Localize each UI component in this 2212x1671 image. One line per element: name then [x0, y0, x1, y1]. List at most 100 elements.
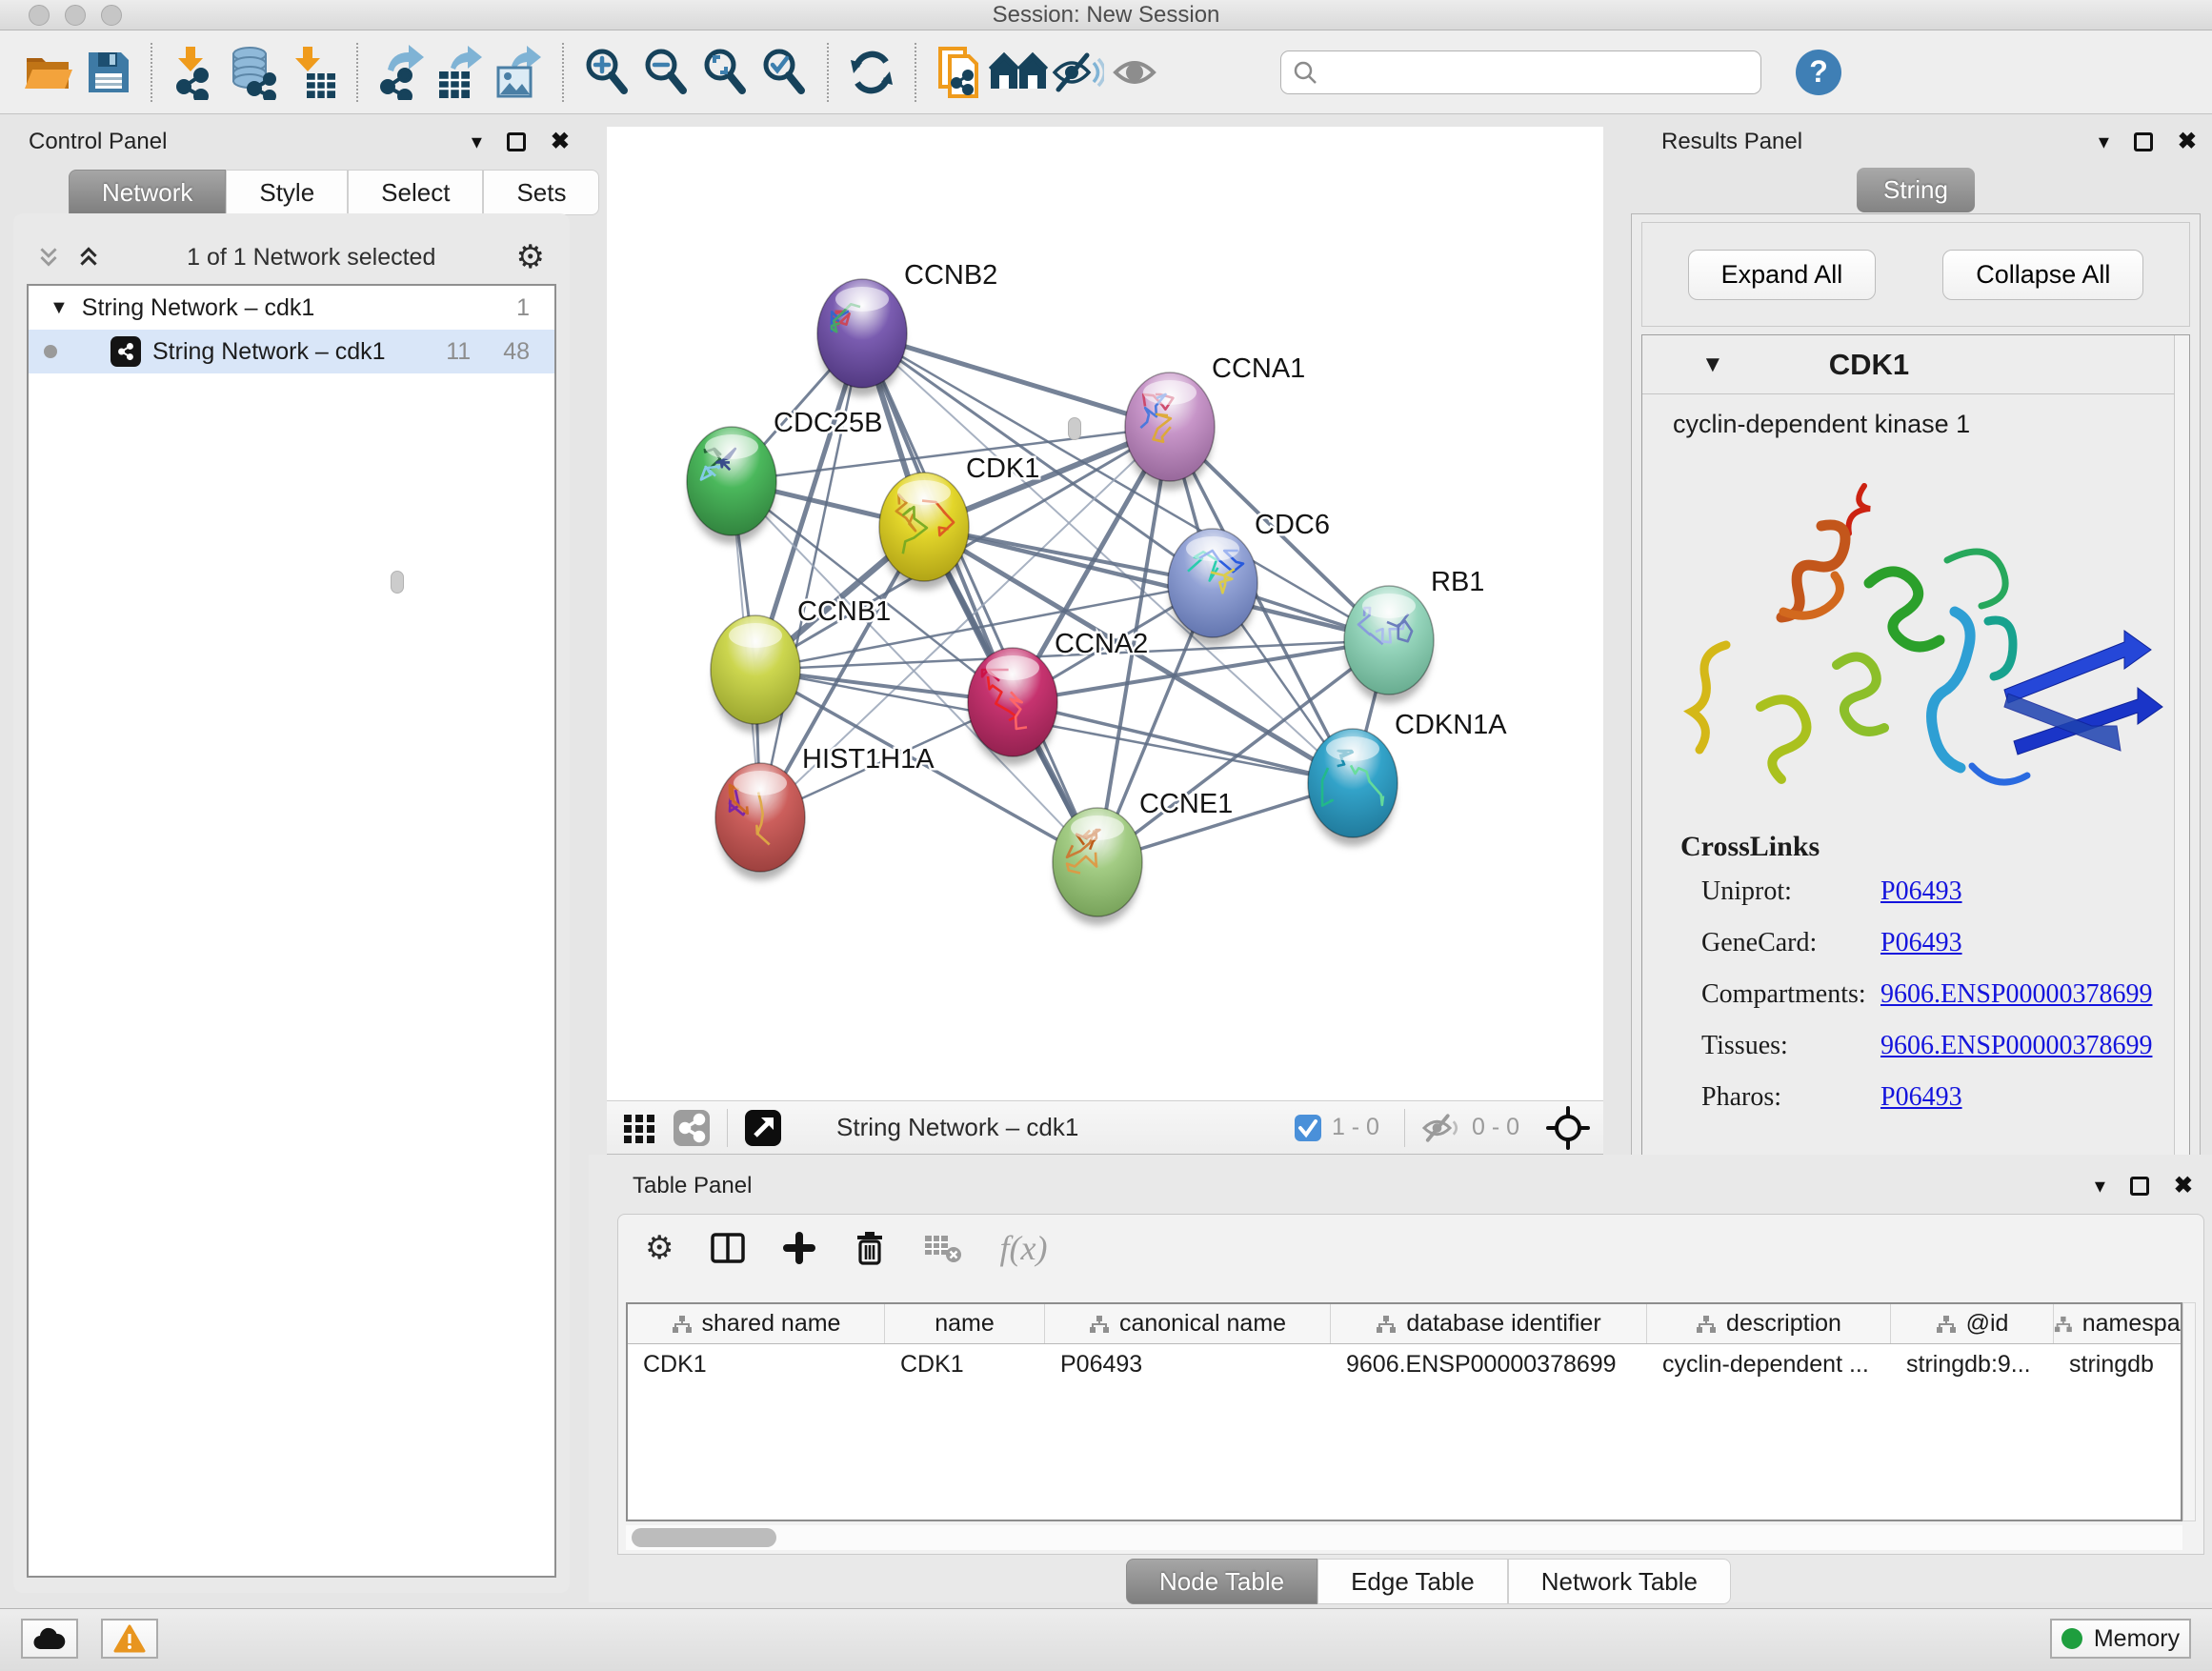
close-panel-icon[interactable]: ✖	[2174, 1172, 2193, 1199]
detach-view-icon[interactable]	[743, 1108, 783, 1148]
search-box[interactable]	[1280, 50, 1761, 94]
tab-node-table[interactable]: Node Table	[1126, 1559, 1317, 1604]
zoom-selected-button[interactable]	[754, 43, 814, 102]
crosslink-row: Pharos: P06493	[1680, 1082, 2152, 1113]
network-node-RB1[interactable]: RB1	[1344, 567, 1484, 703]
network-collection-row[interactable]: ▼ String Network – cdk1 1	[29, 286, 554, 330]
zoom-fit-button[interactable]	[695, 43, 754, 102]
delete-table-icon[interactable]	[923, 1232, 963, 1264]
crosslink-compartments[interactable]: 9606.ENSP00000378699	[1880, 979, 2152, 1010]
hidden-counts: 0 - 0	[1472, 1114, 1519, 1141]
zoom-in-button[interactable]	[577, 43, 636, 102]
first-neighbors-button[interactable]	[989, 43, 1048, 102]
zoom-out-button[interactable]	[636, 43, 695, 102]
crosslink-genecard[interactable]: P06493	[1880, 928, 1962, 958]
network-edge-CCNB2-CCNE1[interactable]	[862, 333, 1097, 862]
tab-sets[interactable]: Sets	[483, 170, 599, 215]
warnings-button[interactable]	[101, 1619, 158, 1659]
collapse-all-button[interactable]: Collapse All	[1942, 250, 2143, 300]
network-options-gear-icon[interactable]: ⚙	[516, 241, 545, 273]
gene-section-header[interactable]: ▼ CDK1	[1642, 335, 2189, 394]
column-header-database-identifier[interactable]: database identifier	[1331, 1304, 1647, 1343]
tab-edge-table[interactable]: Edge Table	[1317, 1559, 1508, 1604]
expand-all-icon[interactable]	[76, 245, 101, 270]
network-share-view-icon[interactable]	[672, 1108, 712, 1148]
float-panel-icon[interactable]	[507, 132, 526, 151]
expand-all-button[interactable]: Expand All	[1688, 250, 1877, 300]
function-builder-button[interactable]: f(x)	[999, 1228, 1047, 1268]
network-node-HIST1H1A[interactable]: HIST1H1A	[715, 744, 935, 880]
network-node-CDKN1A[interactable]: CDKN1A	[1308, 710, 1507, 846]
import-table-from-file-button[interactable]	[284, 43, 343, 102]
tab-style[interactable]: Style	[226, 170, 348, 215]
add-column-icon[interactable]	[782, 1231, 816, 1265]
delete-column-trash-icon[interactable]	[853, 1230, 887, 1266]
refresh-view-button[interactable]	[842, 43, 901, 102]
crosslink-uniprot[interactable]: P06493	[1880, 876, 1962, 907]
tab-string[interactable]: String	[1857, 168, 1975, 212]
close-panel-icon[interactable]: ✖	[551, 128, 570, 155]
help-button[interactable]: ?	[1796, 50, 1841, 95]
splitter-knob[interactable]	[391, 571, 404, 594]
export-table-button[interactable]	[431, 43, 490, 102]
table-horizontal-scrollbar[interactable]	[626, 1525, 2182, 1550]
tab-network[interactable]: Network	[69, 170, 226, 215]
open-session-button[interactable]	[19, 43, 78, 102]
memory-button[interactable]: Memory	[2050, 1619, 2191, 1659]
float-panel-icon[interactable]	[2130, 1177, 2149, 1196]
collection-expander-icon[interactable]: ▼	[50, 297, 69, 319]
node-label-HIST1H1A: HIST1H1A	[802, 744, 935, 775]
close-panel-icon[interactable]: ✖	[2178, 128, 2197, 155]
search-input[interactable]	[1317, 59, 1737, 86]
tab-select[interactable]: Select	[348, 170, 483, 215]
table-options-gear-icon[interactable]: ⚙	[645, 1232, 674, 1264]
show-all-button[interactable]	[1107, 43, 1166, 102]
collapse-all-icon[interactable]	[36, 245, 61, 270]
network-node-CDC6[interactable]: CDC6	[1168, 510, 1330, 646]
section-expander-icon[interactable]: ▼	[1701, 352, 1724, 378]
table-panel-title: Table Panel	[633, 1173, 752, 1199]
network-node-CCNA2[interactable]: CCNA2	[968, 629, 1148, 765]
results-scrollbar[interactable]	[2174, 335, 2189, 1246]
column-header--id[interactable]: @id	[1891, 1304, 2054, 1343]
import-network-from-database-button[interactable]	[225, 43, 284, 102]
hidden-eye-slash-icon[interactable]	[1420, 1111, 1462, 1145]
table-row[interactable]: CDK1CDK1P064939606.ENSP00000378699cyclin…	[628, 1344, 2181, 1384]
show-columns-icon[interactable]	[710, 1231, 746, 1265]
network-node-CCNE1[interactable]: CCNE1	[1053, 789, 1233, 925]
maximize-window-icon[interactable]	[101, 5, 122, 26]
import-network-from-file-button[interactable]	[166, 43, 225, 102]
network-edge-CCNA2-CDKN1A[interactable]	[1013, 702, 1353, 783]
panel-menu-icon[interactable]: ▾	[472, 130, 482, 154]
scrollbar-thumb[interactable]	[632, 1528, 776, 1547]
table-cell: 9606.ENSP00000378699	[1331, 1344, 1647, 1384]
column-header-namespace[interactable]: namespace	[2054, 1304, 2182, 1343]
column-header-shared-name[interactable]: shared name	[628, 1304, 885, 1343]
network-canvas[interactable]: CCNB2CCNA1CDC25BCDK1CDC6RB1CCNB1CCNA2CDK…	[607, 127, 1603, 1100]
export-image-button[interactable]	[490, 43, 549, 102]
clone-network-button[interactable]	[930, 43, 989, 102]
tab-network-table[interactable]: Network Table	[1508, 1559, 1731, 1604]
column-header-canonical-name[interactable]: canonical name	[1045, 1304, 1331, 1343]
selected-checkbox-icon[interactable]	[1294, 1114, 1322, 1142]
birdseye-crosshair-icon[interactable]	[1546, 1106, 1590, 1150]
column-header-description[interactable]: description	[1647, 1304, 1891, 1343]
cloud-status-button[interactable]	[21, 1619, 78, 1659]
network-row[interactable]: String Network – cdk1 11 48	[29, 330, 554, 373]
panel-menu-icon[interactable]: ▾	[2095, 1174, 2105, 1198]
minimize-window-icon[interactable]	[65, 5, 86, 26]
export-network-button[interactable]	[372, 43, 431, 102]
crosslink-tissues[interactable]: 9606.ENSP00000378699	[1880, 1031, 2152, 1061]
panel-menu-icon[interactable]: ▾	[2099, 130, 2109, 154]
grid-view-icon[interactable]	[620, 1109, 658, 1147]
network-edge-CCNB2-CCNA1[interactable]	[862, 333, 1170, 427]
close-window-icon[interactable]	[29, 5, 50, 26]
table-vertical-scrollbar[interactable]	[2182, 1302, 2196, 1521]
splitter-knob[interactable]	[1068, 417, 1081, 440]
float-panel-icon[interactable]	[2134, 132, 2153, 151]
column-header-name[interactable]: name	[885, 1304, 1045, 1343]
save-session-button[interactable]	[78, 43, 137, 102]
crosslink-pharos[interactable]: P06493	[1880, 1082, 1962, 1113]
network-type-icon	[111, 336, 141, 367]
hide-selected-button[interactable]	[1048, 43, 1107, 102]
